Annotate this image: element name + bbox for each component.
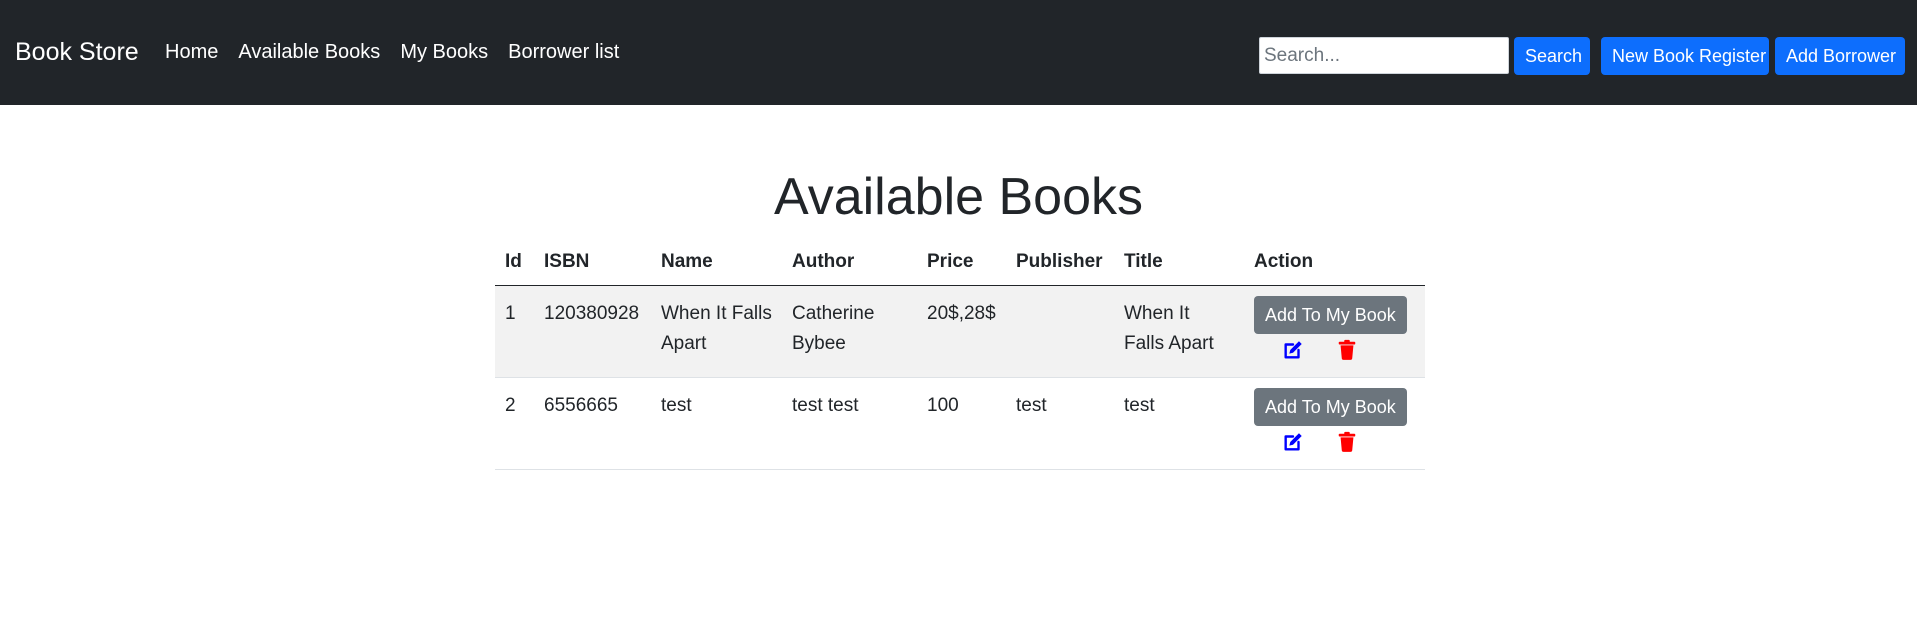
header-price: Price <box>917 244 1006 286</box>
cell-name: test <box>651 377 782 470</box>
cell-isbn: 6556665 <box>534 377 651 470</box>
cell-id: 1 <box>495 285 534 378</box>
cell-price: 20$,28$ <box>917 285 1006 378</box>
cell-isbn: 120380928 <box>534 285 651 378</box>
nav-links: Home Available Books My Books Borrower l… <box>165 39 619 65</box>
books-table: Id ISBN Name Author Price Publisher Titl… <box>495 244 1425 470</box>
table-row: 2 6556665 test test test 100 test test A… <box>495 377 1425 470</box>
header-author: Author <box>782 244 917 286</box>
edit-icon[interactable] <box>1282 431 1304 453</box>
header-action: Action <box>1244 244 1425 286</box>
header-publisher: Publisher <box>1006 244 1114 286</box>
add-to-my-book-button[interactable]: Add To My Book <box>1254 295 1407 334</box>
brand-link[interactable]: Book Store <box>15 37 139 67</box>
row-action-icons <box>1254 429 1415 455</box>
cell-author: test test <box>782 377 917 470</box>
edit-icon[interactable] <box>1282 339 1304 361</box>
table-header: Id ISBN Name Author Price Publisher Titl… <box>495 244 1425 286</box>
header-name: Name <box>651 244 782 286</box>
row-action-icons <box>1254 337 1415 363</box>
cell-title: test <box>1114 377 1244 470</box>
cell-action: Add To My Book <box>1244 377 1425 470</box>
header-id: Id <box>495 244 534 286</box>
add-borrower-button[interactable]: Add Borrower <box>1775 37 1905 75</box>
nav-link-borrower-list[interactable]: Borrower list <box>508 39 619 65</box>
cell-publisher <box>1006 285 1114 378</box>
cell-title: When It Falls Apart <box>1114 285 1244 378</box>
nav-link-my-books[interactable]: My Books <box>400 39 488 65</box>
trash-icon[interactable] <box>1336 339 1358 361</box>
cell-action: Add To My Book <box>1244 285 1425 378</box>
table-body: 1 120380928 When It Falls Apart Catherin… <box>495 285 1425 470</box>
new-book-register-button[interactable]: New Book Register <box>1601 37 1769 75</box>
search-input[interactable] <box>1259 37 1509 74</box>
header-title: Title <box>1114 244 1244 286</box>
add-to-my-book-button[interactable]: Add To My Book <box>1254 387 1407 426</box>
page-title: Available Books <box>773 168 1144 226</box>
cell-author: Catherine Bybee <box>782 285 917 378</box>
nav-link-home[interactable]: Home <box>165 39 218 65</box>
search-button[interactable]: Search <box>1514 37 1590 75</box>
trash-icon[interactable] <box>1336 431 1358 453</box>
header-isbn: ISBN <box>534 244 651 286</box>
nav-link-available-books[interactable]: Available Books <box>238 39 380 65</box>
cell-publisher: test <box>1006 377 1114 470</box>
cell-name: When It Falls Apart <box>651 285 782 378</box>
top-navbar: Book Store Home Available Books My Books… <box>0 0 1917 105</box>
table-row: 1 120380928 When It Falls Apart Catherin… <box>495 285 1425 378</box>
table-header-row: Id ISBN Name Author Price Publisher Titl… <box>495 244 1425 286</box>
cell-id: 2 <box>495 377 534 470</box>
cell-price: 100 <box>917 377 1006 470</box>
